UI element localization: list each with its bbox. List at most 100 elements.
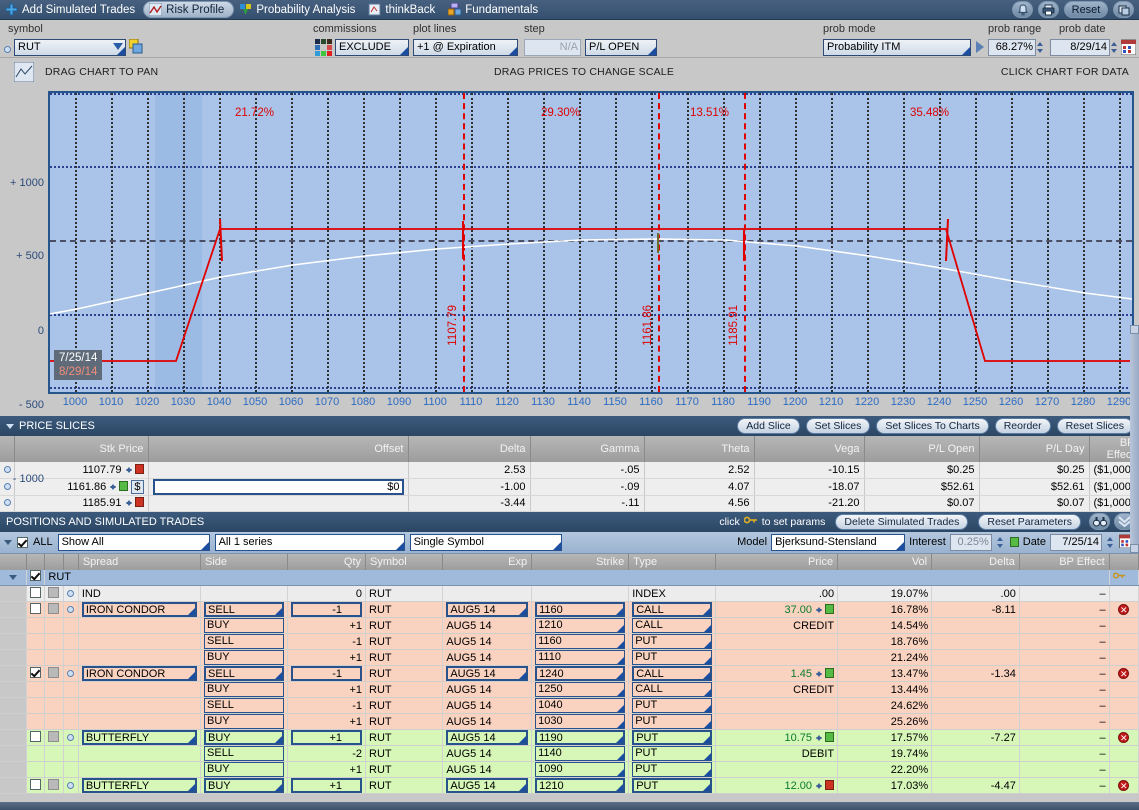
detach-window-icon[interactable] — [1113, 1, 1134, 18]
row-side[interactable]: SELL — [204, 746, 284, 761]
row-side-cell[interactable]: SELL — [200, 665, 288, 682]
lock-icon[interactable] — [825, 667, 835, 678]
slice-stk-price[interactable]: 1185.91 — [14, 495, 149, 512]
row-strike-cell[interactable]: 1210 — [531, 777, 630, 794]
close-icon[interactable]: ✕ — [1118, 731, 1130, 743]
lock-icon[interactable] — [134, 463, 144, 474]
slice-price-stepper[interactable] — [109, 481, 118, 493]
col-strike[interactable]: Strike — [531, 553, 630, 570]
row-strike[interactable]: 1210 — [535, 778, 626, 793]
row-side[interactable]: BUY — [204, 730, 284, 745]
prob-date-stepper[interactable] — [1110, 39, 1119, 56]
row-close-cell[interactable]: ✕ — [1109, 601, 1139, 618]
reset-slices-button[interactable]: Reset Slices — [1056, 418, 1133, 434]
lock-icon[interactable] — [825, 779, 835, 790]
row-close-cell[interactable]: ✕ — [1109, 665, 1139, 682]
tab-add-simulated-trades[interactable]: Add Simulated Trades — [0, 1, 143, 19]
row-checkbox-cell[interactable] — [26, 729, 46, 746]
col-symbol[interactable]: Symbol — [365, 553, 444, 570]
row-type[interactable]: CALL — [632, 682, 712, 697]
row-spread-cell[interactable]: BUTTERFLY — [78, 729, 202, 746]
row-strike-cell[interactable]: 1160 — [531, 633, 630, 650]
row-type-cell[interactable]: PUT — [628, 649, 716, 666]
close-icon[interactable]: ✕ — [1118, 779, 1130, 791]
col-qty[interactable]: Qty — [287, 553, 367, 570]
reset-parameters-button[interactable]: Reset Parameters — [978, 513, 1081, 530]
row-spread-cell[interactable]: IRON CONDOR — [78, 665, 202, 682]
row-strike[interactable]: 1040 — [535, 698, 626, 713]
table-row[interactable]: BUY +1 RUT AUG5 14 1250 CALL CREDIT 13.4… — [0, 681, 1139, 698]
row-qty-cell[interactable]: +1 — [287, 777, 367, 794]
table-row[interactable]: IRON CONDOR SELL -1 RUT AUG5 14 1160 CAL… — [0, 601, 1139, 618]
slice-offset[interactable] — [148, 462, 409, 479]
row-side[interactable]: BUY — [204, 650, 284, 665]
binoculars-icon[interactable] — [1089, 513, 1110, 530]
table-row[interactable]: BUTTERFLY BUY +1 RUT AUG5 14 1210 PUT 12… — [0, 777, 1139, 794]
table-row[interactable]: 1161.86 $ $0 -1.00 -.09 4.07 -18.07 $52.… — [0, 478, 1139, 496]
row-exp[interactable]: AUG5 14 — [446, 666, 529, 681]
flag-icon[interactable] — [48, 586, 60, 598]
step-input[interactable]: N/A — [524, 39, 581, 56]
col-spread[interactable]: Spread — [78, 553, 202, 570]
col-exp[interactable]: Exp — [442, 553, 533, 570]
row-price-cell[interactable]: 37.00 — [715, 601, 839, 618]
row-type[interactable]: CALL — [632, 618, 712, 633]
price-stepper[interactable] — [815, 780, 824, 792]
row-bullet-icon[interactable] — [67, 589, 75, 597]
col-price[interactable]: Price — [715, 553, 839, 570]
row-flag-cell[interactable] — [44, 585, 65, 602]
row-strike-cell[interactable]: 1190 — [531, 729, 630, 746]
table-row[interactable]: IND 0 RUT INDEX .00 19.07% .00 – — [0, 585, 1139, 602]
row-type-cell[interactable]: PUT — [628, 697, 716, 714]
row-type[interactable]: CALL — [632, 602, 712, 617]
interest-input[interactable]: 0.25% — [949, 533, 992, 551]
col-theta[interactable]: Theta — [644, 436, 755, 462]
col-offset[interactable]: Offset — [148, 436, 409, 462]
flag-icon[interactable] — [48, 602, 60, 614]
row-checkbox[interactable] — [29, 602, 41, 614]
row-flag-cell[interactable] — [44, 777, 65, 794]
row-strike[interactable]: 1240 — [535, 666, 626, 681]
row-type-cell[interactable]: CALL — [628, 617, 716, 634]
row-bullet-cell[interactable] — [63, 585, 79, 602]
row-exp[interactable]: AUG5 14 — [446, 730, 529, 745]
group-checkbox[interactable] — [29, 570, 41, 582]
interest-stepper[interactable] — [996, 534, 1005, 551]
row-bullet-cell[interactable] — [63, 601, 79, 618]
row-checkbox-cell[interactable] — [26, 777, 46, 794]
scroll-up-arrow-icon[interactable] — [1130, 324, 1139, 334]
row-qty[interactable]: +1 — [290, 778, 363, 793]
row-type[interactable]: PUT — [632, 730, 712, 745]
table-row[interactable]: 1185.91 -3.44 -.11 4.56 -21.20 $0.07 $0.… — [0, 495, 1139, 512]
row-side-cell[interactable]: SELL — [200, 633, 288, 650]
row-qty-cell[interactable]: -1 — [287, 601, 367, 618]
calendar-icon[interactable] — [1120, 39, 1137, 58]
series-select[interactable]: All 1 series — [214, 533, 405, 551]
tab-probability-analysis[interactable]: Probability Analysis — [234, 1, 363, 19]
col-side[interactable]: Side — [200, 553, 288, 570]
row-exp-cell[interactable]: AUG5 14 — [442, 601, 533, 618]
row-qty[interactable]: +1 — [290, 730, 363, 745]
reset-button[interactable]: Reset — [1064, 1, 1108, 18]
lock-icon[interactable] — [825, 603, 835, 614]
reorder-button[interactable]: Reorder — [994, 418, 1051, 434]
row-type[interactable]: PUT — [632, 698, 712, 713]
row-side-cell[interactable]: BUY — [200, 777, 288, 794]
all-checkbox[interactable] — [17, 536, 28, 548]
table-row[interactable]: BUY +1 RUT AUG5 14 1090 PUT 22.20% – — [0, 761, 1139, 778]
row-strike-cell[interactable]: 1160 — [531, 601, 630, 618]
row-side[interactable]: BUY — [204, 618, 284, 633]
add-slice-button[interactable]: Add Slice — [737, 418, 800, 434]
risk-profile-chart[interactable]: + 1000 + 500 0 - 500 - 1000 21.72% 29.30… — [0, 86, 1139, 485]
params-key-icon[interactable] — [1112, 571, 1126, 583]
dollar-toggle-icon[interactable]: $ — [131, 479, 144, 494]
row-qty[interactable]: -1 — [290, 602, 363, 617]
row-type[interactable]: CALL — [632, 666, 712, 681]
row-bullet-cell[interactable] — [63, 665, 79, 682]
table-row[interactable]: IRON CONDOR SELL -1 RUT AUG5 14 1240 CAL… — [0, 665, 1139, 682]
tab-fundamentals[interactable]: Fundamentals — [443, 1, 546, 19]
row-checkbox[interactable] — [29, 666, 41, 678]
row-side-cell[interactable]: BUY — [200, 649, 288, 666]
row-strike[interactable]: 1140 — [535, 746, 626, 761]
row-strike[interactable]: 1110 — [535, 650, 626, 665]
